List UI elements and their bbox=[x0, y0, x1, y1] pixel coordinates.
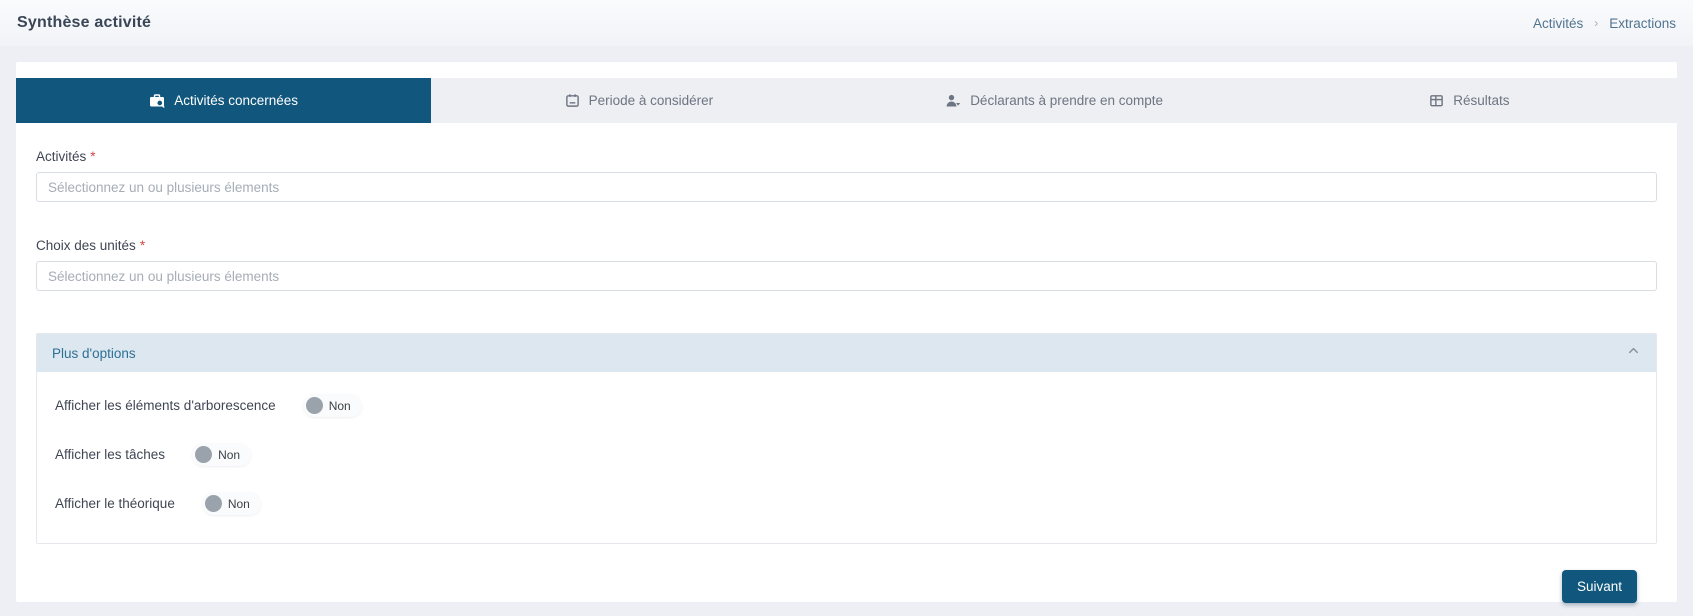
user-icon bbox=[945, 93, 961, 109]
tab-periode-a-considerer[interactable]: Periode à considérer bbox=[431, 78, 846, 123]
breadcrumb-item-extractions[interactable]: Extractions bbox=[1609, 16, 1676, 31]
field-label: Activités * bbox=[36, 149, 1657, 164]
toggle-afficher-theorique[interactable]: Non bbox=[201, 492, 261, 515]
toggle-value: Non bbox=[227, 496, 250, 511]
breadcrumb-item-activites[interactable]: Activités bbox=[1533, 16, 1583, 31]
form-content: Activités* Choix des unités* Plus d'opti… bbox=[16, 123, 1677, 603]
field-label-text: Choix des unités bbox=[36, 238, 136, 253]
field-label-text: Activités bbox=[36, 149, 87, 164]
options-panel-header[interactable]: Plus d'options bbox=[37, 334, 1656, 372]
top-header-bar: Synthèse activité Activités › Extraction… bbox=[0, 0, 1693, 46]
field-activites: Activités * bbox=[36, 149, 1657, 202]
briefcase-search-icon bbox=[149, 93, 165, 109]
chevron-up-icon[interactable] bbox=[1626, 343, 1641, 363]
activites-multiselect-input[interactable] bbox=[36, 172, 1657, 202]
tab-label: Résultats bbox=[1453, 93, 1510, 108]
option-label: Afficher le théorique bbox=[55, 496, 175, 511]
toggle-value: Non bbox=[328, 398, 351, 413]
options-panel: Plus d'options Afficher les éléments d'a… bbox=[36, 333, 1657, 544]
tab-declarants-a-prendre-en-compte[interactable]: Déclarants à prendre en compte bbox=[847, 78, 1262, 123]
unites-multiselect-input[interactable] bbox=[36, 261, 1657, 291]
tab-label: Déclarants à prendre en compte bbox=[970, 93, 1164, 108]
main-card: Activités concernées Periode à considére… bbox=[16, 62, 1677, 603]
wizard-tabbar: Activités concernées Periode à considére… bbox=[16, 78, 1677, 123]
tab-label: Activités concernées bbox=[174, 93, 299, 108]
toggle-afficher-taches[interactable]: Non bbox=[192, 443, 252, 466]
option-label: Afficher les éléments d'arborescence bbox=[55, 398, 276, 413]
wizard-footer: Suivant bbox=[36, 544, 1657, 603]
option-label: Afficher les tâches bbox=[55, 447, 166, 462]
options-panel-title: Plus d'options bbox=[52, 345, 136, 361]
option-row-arborescence: Afficher les éléments d'arborescence Non bbox=[55, 394, 1638, 417]
page-title: Synthèse activité bbox=[17, 14, 152, 31]
option-row-taches: Afficher les tâches Non bbox=[55, 443, 1638, 466]
toggle-knob bbox=[195, 446, 213, 463]
breadcrumb-separator-icon: › bbox=[1594, 16, 1599, 30]
toggle-value: Non bbox=[218, 447, 241, 462]
calendar-icon bbox=[565, 93, 580, 108]
field-choix-des-unites: Choix des unités * bbox=[36, 238, 1657, 291]
breadcrumb: Activités › Extractions bbox=[1533, 16, 1676, 31]
next-button[interactable]: Suivant bbox=[1561, 570, 1637, 603]
option-row-theorique: Afficher le théorique Non bbox=[55, 492, 1638, 515]
toggle-afficher-arborescence[interactable]: Non bbox=[302, 394, 362, 417]
table-icon bbox=[1429, 93, 1444, 108]
tab-label: Periode à considérer bbox=[588, 93, 714, 108]
toggle-knob bbox=[204, 495, 222, 512]
field-label: Choix des unités * bbox=[36, 238, 1657, 253]
tab-resultats[interactable]: Résultats bbox=[1262, 78, 1677, 123]
options-panel-body: Afficher les éléments d'arborescence Non… bbox=[37, 372, 1656, 543]
toggle-knob bbox=[305, 397, 323, 414]
tab-activites-concernees[interactable]: Activités concernées bbox=[16, 78, 432, 123]
required-marker: * bbox=[139, 238, 146, 253]
required-marker: * bbox=[90, 149, 96, 164]
